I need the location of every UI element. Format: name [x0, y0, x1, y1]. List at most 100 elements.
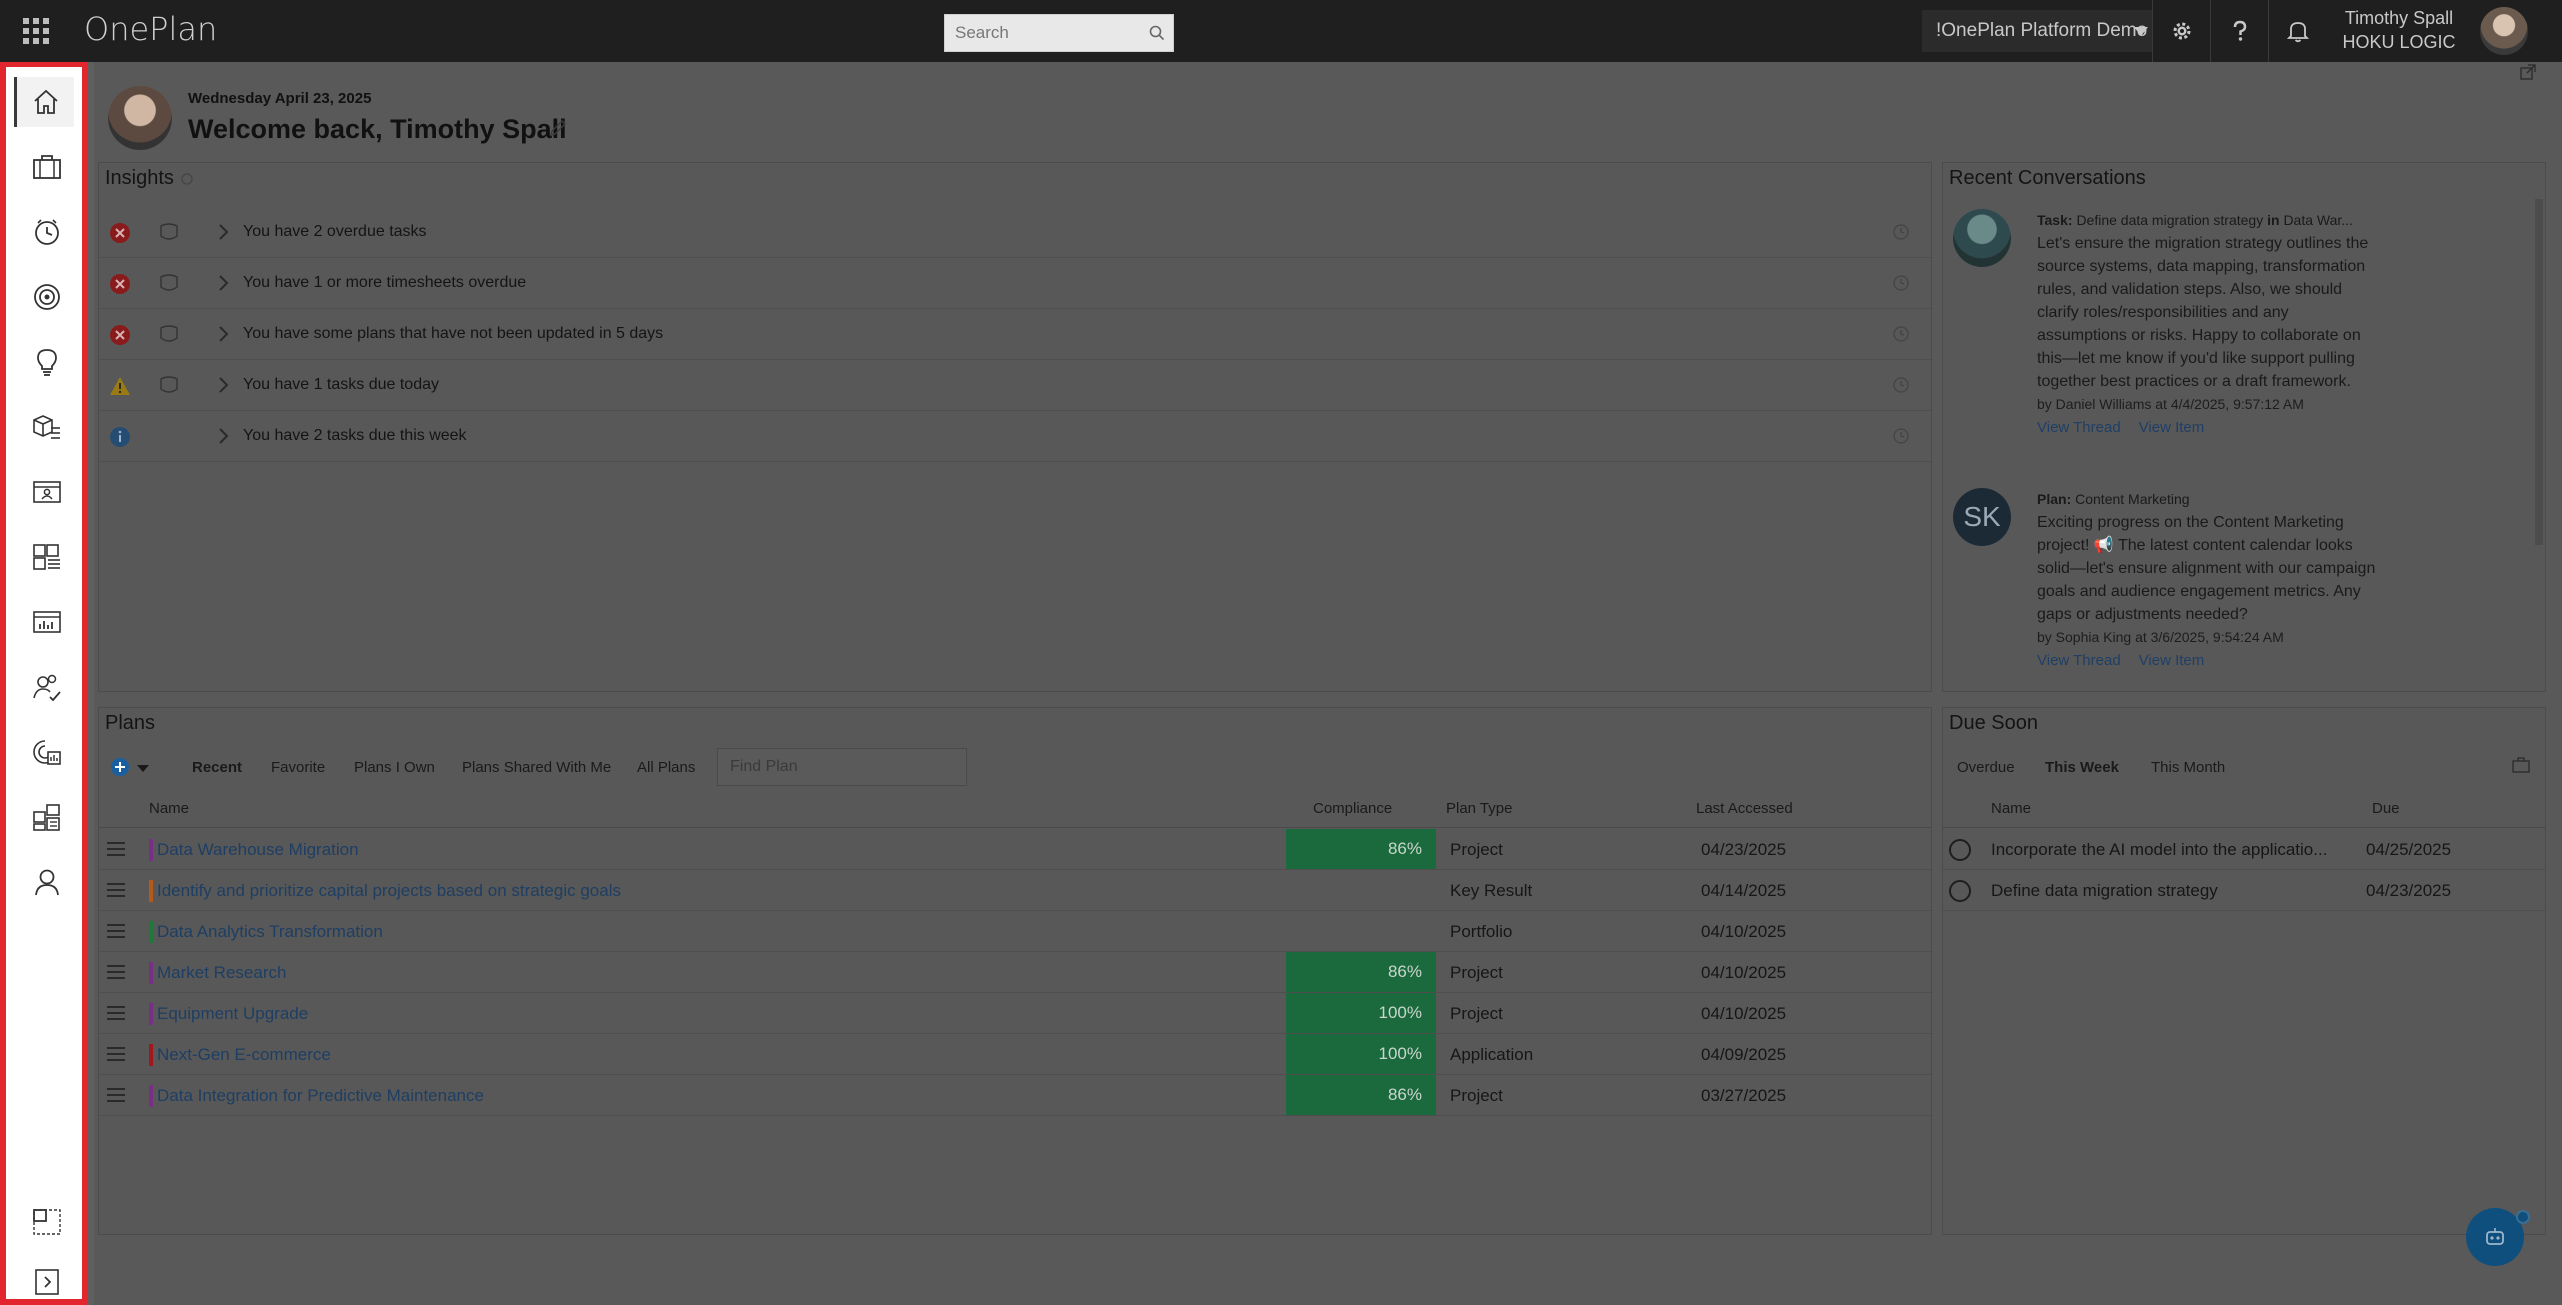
plan-name-link[interactable]: Data Warehouse Migration	[157, 840, 359, 860]
nav-dashboards[interactable]	[22, 532, 72, 582]
insight-row[interactable]: You have 2 tasks due this week	[99, 411, 1931, 462]
col-plan-type[interactable]: Plan Type	[1446, 800, 1512, 817]
tenant-selector[interactable]: !OnePlan Platform Demo	[1922, 10, 2152, 52]
current-date: Wednesday April 23, 2025	[188, 90, 372, 107]
table-row[interactable]: Incorporate the AI model into the applic…	[1943, 829, 2545, 870]
due-task-name[interactable]: Incorporate the AI model into the applic…	[1991, 840, 2351, 860]
plan-name-link[interactable]: Market Research	[157, 963, 286, 983]
insight-row[interactable]: You have 2 overdue tasks	[99, 207, 1931, 258]
nav-layout-select[interactable]	[22, 1197, 72, 1247]
nav-profile[interactable]	[22, 857, 72, 907]
drag-handle-icon[interactable]	[107, 1006, 125, 1024]
settings-button[interactable]	[2152, 0, 2210, 62]
conversation-subject[interactable]: Content Marketing	[2075, 491, 2189, 507]
notifications-button[interactable]	[2268, 0, 2326, 62]
view-item-link[interactable]: View Item	[2139, 419, 2205, 436]
nav-work[interactable]	[22, 142, 72, 192]
drag-handle-icon[interactable]	[107, 965, 125, 983]
plan-name-link[interactable]: Equipment Upgrade	[157, 1004, 308, 1024]
alarm-clock-icon[interactable]	[1891, 272, 1911, 292]
alarm-clock-icon[interactable]	[1891, 323, 1911, 343]
nav-home[interactable]	[14, 77, 74, 127]
find-plan-input[interactable]	[717, 748, 967, 786]
nav-hierarchy[interactable]	[22, 792, 72, 842]
table-row[interactable]: Equipment Upgrade 100% Project 04/10/2025	[99, 993, 1931, 1034]
nav-goals[interactable]	[22, 272, 72, 322]
tab-plans-i-own[interactable]: Plans I Own	[354, 759, 435, 776]
view-thread-link[interactable]: View Thread	[2037, 652, 2121, 669]
col-last-accessed[interactable]: Last Accessed	[1696, 800, 1793, 817]
conversation-body: Plan: Content Marketing Exciting progress…	[2037, 488, 2377, 672]
insight-row[interactable]: You have some plans that have not been u…	[99, 309, 1931, 360]
compliance-value: 100%	[1286, 1034, 1436, 1074]
alarm-clock-icon[interactable]	[1891, 374, 1911, 394]
plans-title: Plans	[105, 712, 156, 734]
refresh-icon[interactable]	[180, 172, 194, 186]
col-due-name[interactable]: Name	[1991, 800, 2031, 817]
nav-ideas[interactable]	[22, 337, 72, 387]
table-row[interactable]: Data Integration for Predictive Maintena…	[99, 1075, 1931, 1116]
conversation-subject[interactable]: Define data migration strategy	[2076, 212, 2263, 228]
help-button[interactable]	[2210, 0, 2268, 62]
tab-recent[interactable]: Recent	[192, 759, 242, 776]
complete-checkbox[interactable]	[1949, 880, 1971, 902]
conversation-location[interactable]: Data War...	[2283, 212, 2353, 228]
pencil-icon[interactable]	[548, 118, 568, 138]
complete-checkbox[interactable]	[1949, 839, 1971, 861]
chevron-right-icon[interactable]	[217, 376, 229, 394]
view-thread-link[interactable]: View Thread	[2037, 419, 2121, 436]
tab-this-month[interactable]: This Month	[2151, 759, 2225, 776]
drag-handle-icon[interactable]	[107, 924, 125, 942]
user-avatar[interactable]	[2480, 7, 2528, 55]
drag-handle-icon[interactable]	[107, 1088, 125, 1106]
due-task-name[interactable]: Define data migration strategy	[1991, 881, 2351, 901]
table-row[interactable]: Data Warehouse Migration 86% Project 04/23/…	[99, 829, 1931, 870]
briefcase-icon[interactable]	[2511, 756, 2531, 774]
nav-timesheets[interactable]	[22, 207, 72, 257]
insight-text: You have 1 or more timesheets overdue	[243, 274, 527, 291]
nav-expand[interactable]	[22, 1257, 72, 1305]
popout-icon[interactable]	[2520, 64, 2536, 80]
col-due-date[interactable]: Due	[2372, 800, 2400, 817]
table-row[interactable]: Identify and prioritize capital projects…	[99, 870, 1931, 911]
table-row[interactable]: Market Research 86% Project 04/10/2025	[99, 952, 1931, 993]
nav-portfolio-reports[interactable]	[22, 727, 72, 777]
view-item-link[interactable]: View Item	[2139, 652, 2205, 669]
nav-products[interactable]	[22, 402, 72, 452]
nav-resources[interactable]	[22, 467, 72, 517]
chevron-right-icon[interactable]	[217, 325, 229, 343]
search-input[interactable]	[945, 15, 1145, 51]
last-accessed: 04/10/2025	[1701, 963, 1787, 982]
tab-this-week[interactable]: This Week	[2045, 759, 2119, 776]
insight-row[interactable]: You have 1 or more timesheets overdue	[99, 258, 1931, 309]
table-row[interactable]: Define data migration strategy 04/23/2025	[1943, 870, 2545, 911]
tab-plans-shared-with-me[interactable]: Plans Shared With Me	[462, 759, 611, 776]
tab-overdue[interactable]: Overdue	[1957, 759, 2015, 776]
app-launcher-icon[interactable]	[20, 15, 50, 45]
tab-favorite[interactable]: Favorite	[271, 759, 325, 776]
plan-name-link[interactable]: Data Integration for Predictive Maintena…	[157, 1086, 484, 1106]
chevron-right-icon[interactable]	[217, 427, 229, 445]
user-info[interactable]: Timothy Spall HOKU LOGIC	[2334, 6, 2464, 54]
drag-handle-icon[interactable]	[107, 1047, 125, 1065]
search-icon[interactable]	[1149, 25, 1165, 41]
plan-name-link[interactable]: Identify and prioritize capital projects…	[157, 881, 621, 901]
col-name[interactable]: Name	[149, 800, 189, 817]
app-brand[interactable]: OnePlan	[84, 10, 217, 48]
nav-approvals[interactable]	[22, 662, 72, 712]
chevron-right-icon[interactable]	[217, 274, 229, 292]
insight-row[interactable]: You have 1 tasks due today	[99, 360, 1931, 411]
conversations-scrollbar[interactable]	[2535, 199, 2543, 545]
nav-reports[interactable]	[22, 597, 72, 647]
table-row[interactable]: Next-Gen E-commerce 100% Application 04/09/…	[99, 1034, 1931, 1075]
plan-name-link[interactable]: Data Analytics Transformation	[157, 922, 383, 942]
alarm-clock-icon[interactable]	[1891, 221, 1911, 241]
table-row[interactable]: Data Analytics Transformation Portfolio 04…	[99, 911, 1931, 952]
col-compliance[interactable]: Compliance	[1313, 800, 1392, 817]
drag-handle-icon[interactable]	[107, 883, 125, 901]
drag-handle-icon[interactable]	[107, 842, 125, 860]
plan-name-link[interactable]: Next-Gen E-commerce	[157, 1045, 331, 1065]
tab-all-plans[interactable]: All Plans	[637, 759, 695, 776]
alarm-clock-icon[interactable]	[1891, 425, 1911, 445]
chevron-right-icon[interactable]	[217, 223, 229, 241]
